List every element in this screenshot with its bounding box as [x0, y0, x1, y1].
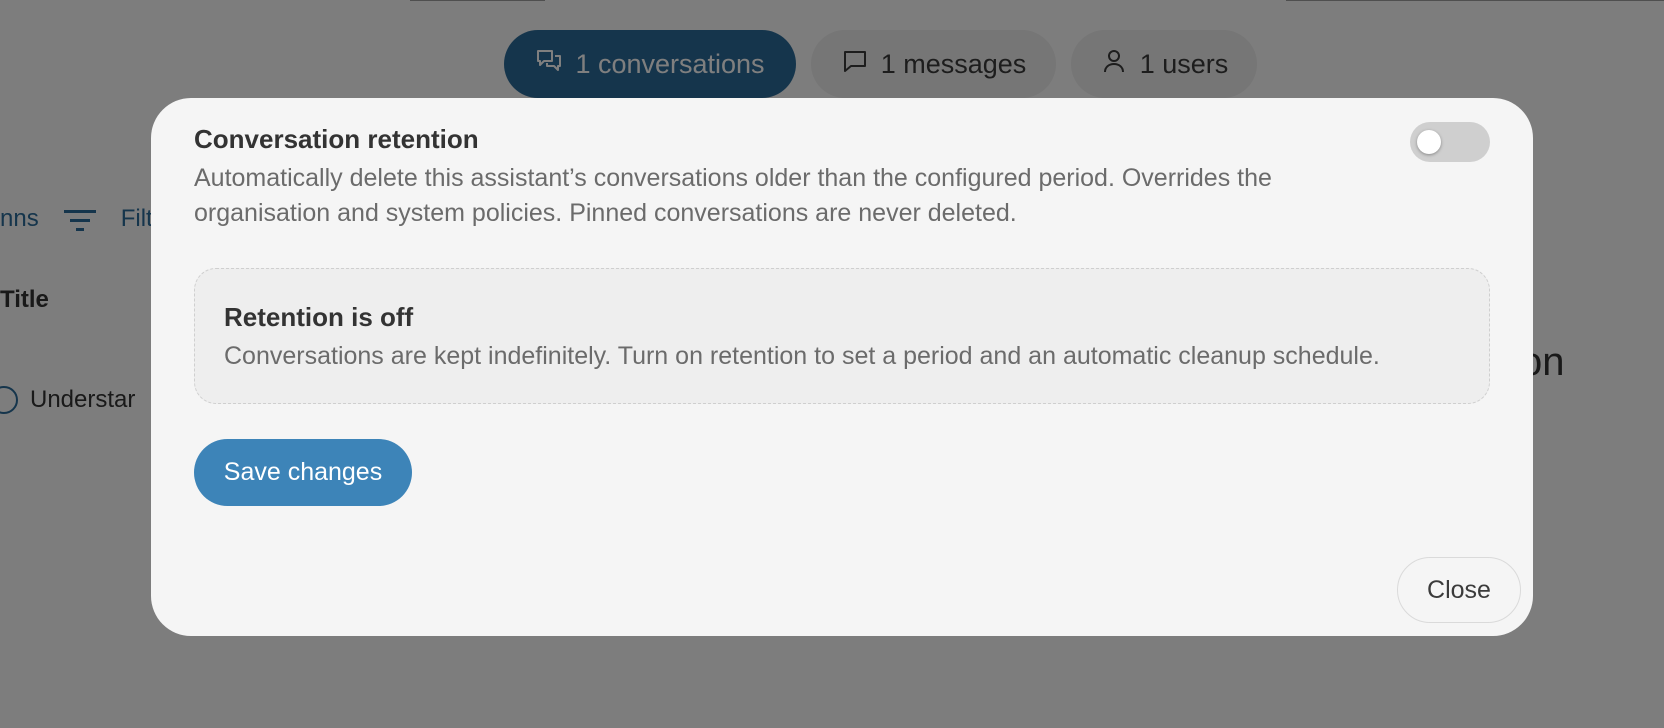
dialog-description: Automatically delete this assistant’s co… — [194, 164, 1272, 227]
save-button[interactable]: Save changes — [194, 439, 412, 506]
close-button[interactable]: Close — [1397, 557, 1521, 623]
status-text: Conversations are kept indefinitely. Tur… — [224, 342, 1380, 370]
retention-dialog: Conversation retention Automatically del… — [151, 98, 1533, 636]
toggle-knob — [1417, 130, 1441, 154]
status-title: Retention is off — [224, 302, 414, 332]
retention-toggle[interactable] — [1410, 122, 1490, 162]
dialog-heading: Conversation retention — [194, 124, 479, 154]
retention-status-box: Retention is off Conversations are kept … — [194, 268, 1490, 404]
